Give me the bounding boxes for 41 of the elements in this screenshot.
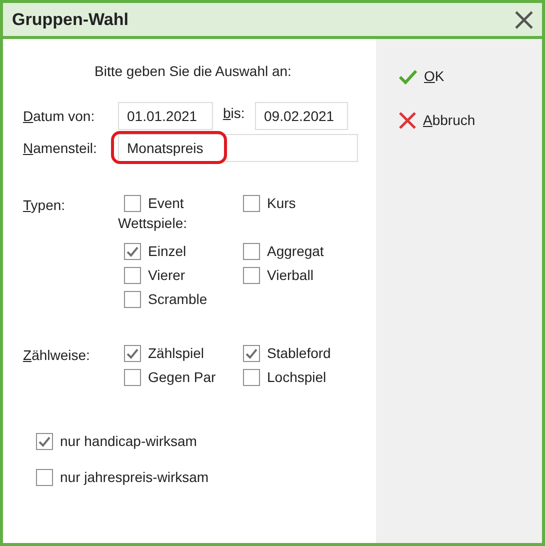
checkbox[interactable] [124,194,141,212]
checkbox-label: Kurs [267,194,296,212]
checkbox-label: Lochspiel [267,368,326,387]
checkbox-label: Vierball [267,266,314,284]
checkbox[interactable] [124,242,141,260]
field-label: bis: [222,104,246,122]
checkbox[interactable] [243,344,260,362]
prompt-text: Bitte geben Sie die Auswahl an: [94,62,292,81]
checkbox-label: nur jahrespreis-wirksam [60,468,209,487]
checkbox[interactable] [243,368,260,386]
checkbox-label: Aggregat [267,242,324,261]
name-part-field[interactable]: Monatspreis [118,134,358,162]
section-heading: Wettspiele: [118,214,188,233]
checkbox-label: Event [148,194,184,212]
date-to-field[interactable]: 09.02.2021 [255,102,348,130]
checkbox[interactable] [124,344,141,362]
checkbox-label: Scramble [148,290,208,308]
checkbox-label: nur handicap-wirksam [60,432,197,451]
checkbox[interactable] [124,368,141,386]
checkbox-label: Vierer [148,266,186,284]
checkbox-label: Stableford [267,344,331,362]
checkbox[interactable] [36,433,53,450]
field-label: Datum von: [23,106,96,126]
checkbox[interactable] [243,266,260,284]
checkmark-icon [398,68,418,84]
field-label: Namensteil: [23,138,98,158]
checkbox-label: Zählspiel [148,344,204,363]
checkbox[interactable] [36,469,53,486]
window-title: Gruppen-Wahl [12,8,128,31]
checkbox[interactable] [243,242,260,260]
cross-icon [398,111,417,130]
ok-button[interactable]: OK [398,66,542,87]
checkbox[interactable] [124,266,141,284]
cancel-button[interactable]: Abbruch [398,110,542,131]
date-from-field[interactable]: 01.01.2021 [118,102,213,130]
close-icon[interactable] [514,10,534,30]
checkbox[interactable] [124,290,141,308]
checkbox-label: Einzel [148,242,186,260]
checkbox-label: Gegen Par [148,368,216,387]
field-label: Zählweise: [23,346,91,365]
checkbox[interactable] [243,194,260,212]
